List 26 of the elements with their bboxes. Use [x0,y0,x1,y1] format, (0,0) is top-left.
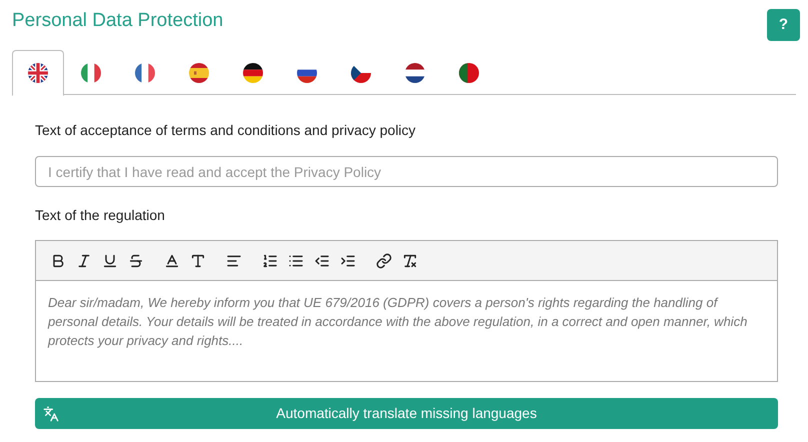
link-icon[interactable] [376,252,392,268]
field-label: Text of the regulation [35,206,166,225]
strikethrough-icon[interactable] [128,252,144,268]
flag-icon [459,62,479,82]
flag-icon [243,62,263,82]
flag-icon [405,62,425,82]
clear-format-icon[interactable] [402,252,418,268]
flag-icon [28,63,48,83]
bullet-list-icon[interactable] [288,252,304,268]
flag-icon [81,62,101,82]
align-left-icon[interactable] [226,252,242,268]
flag-icon [189,62,209,82]
text-color-icon[interactable] [164,252,180,268]
translate-icon [43,406,59,422]
italic-icon[interactable] [76,252,92,268]
help-button[interactable]: ? [767,9,800,41]
page-title: Personal Data Protection [12,9,224,33]
translate-button[interactable]: Automatically translate missing languages [35,398,778,429]
regulation-editor[interactable]: Dear sir/madam, We hereby inform you that UE 679/2016 (GDPR) covers a person's rights regarding the handling of personal details. Your details will be treated in accordance with the above regulation, in a correct and open manner, which protects your privacy and rights.... [35,281,778,382]
field-label: Text of acceptance of terms and conditions and privacy policy [35,121,417,140]
outdent-icon[interactable] [314,252,330,268]
input-field[interactable]: I certify that I have read and accept the Privacy Policy [35,156,778,187]
numbered-list-icon[interactable] [262,252,278,268]
indent-icon[interactable] [340,252,356,268]
flag-icon [135,62,155,82]
underline-icon[interactable] [102,252,118,268]
